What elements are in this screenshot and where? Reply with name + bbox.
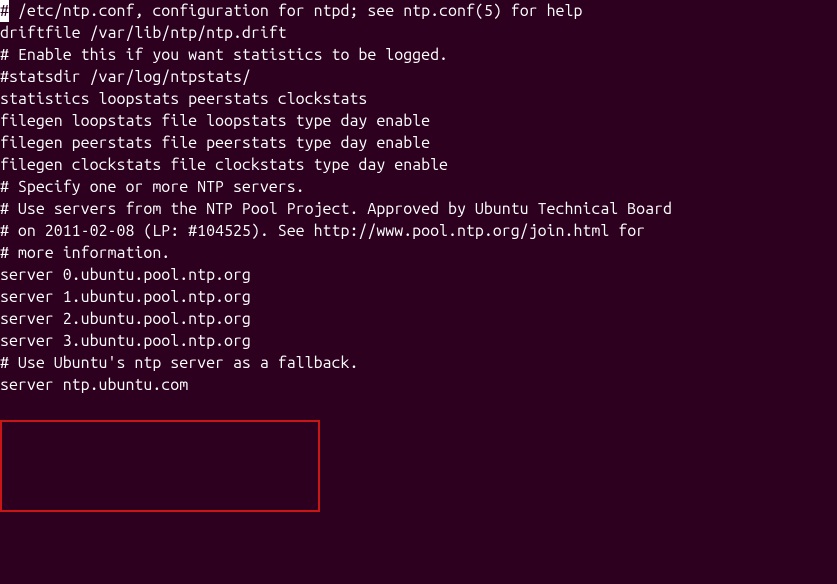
config-line-5: # Enable this if you want statistics to … — [0, 44, 837, 66]
config-line-19: server 1.ubuntu.pool.ntp.org — [0, 286, 837, 308]
config-line-9: filegen loopstats file loopstats type da… — [0, 110, 837, 132]
config-line-21: server 3.ubuntu.pool.ntp.org — [0, 330, 837, 352]
config-line-8: statistics loopstats peerstats clockstat… — [0, 88, 837, 110]
config-line-6: #statsdir /var/log/ntpstats/ — [0, 66, 837, 88]
config-line-16: # on 2011-02-08 (LP: #104525). See http:… — [0, 220, 837, 242]
config-line-10: filegen peerstats file peerstats type da… — [0, 132, 837, 154]
config-line-11: filegen clockstats file clockstats type … — [0, 154, 837, 176]
config-line-17: # more information. — [0, 242, 837, 264]
config-line-0: # /etc/ntp.conf, configuration for ntpd;… — [0, 0, 837, 22]
config-line-18: server 0.ubuntu.pool.ntp.org — [0, 264, 837, 286]
config-line-15: # Use servers from the NTP Pool Project.… — [0, 198, 837, 220]
line-text-0: /etc/ntp.conf, configuration for ntpd; s… — [9, 2, 582, 20]
config-line-2: driftfile /var/lib/ntp/ntp.drift — [0, 22, 837, 44]
config-line-24: server ntp.ubuntu.com — [0, 374, 837, 396]
config-line-23: # Use Ubuntu's ntp server as a fallback. — [0, 352, 837, 374]
config-line-20: server 2.ubuntu.pool.ntp.org — [0, 308, 837, 330]
terminal-editor[interactable]: # /etc/ntp.conf, configuration for ntpd;… — [0, 0, 837, 396]
server-highlight-annotation — [0, 420, 320, 512]
config-line-13: # Specify one or more NTP servers. — [0, 176, 837, 198]
cursor-block: # — [0, 0, 9, 22]
